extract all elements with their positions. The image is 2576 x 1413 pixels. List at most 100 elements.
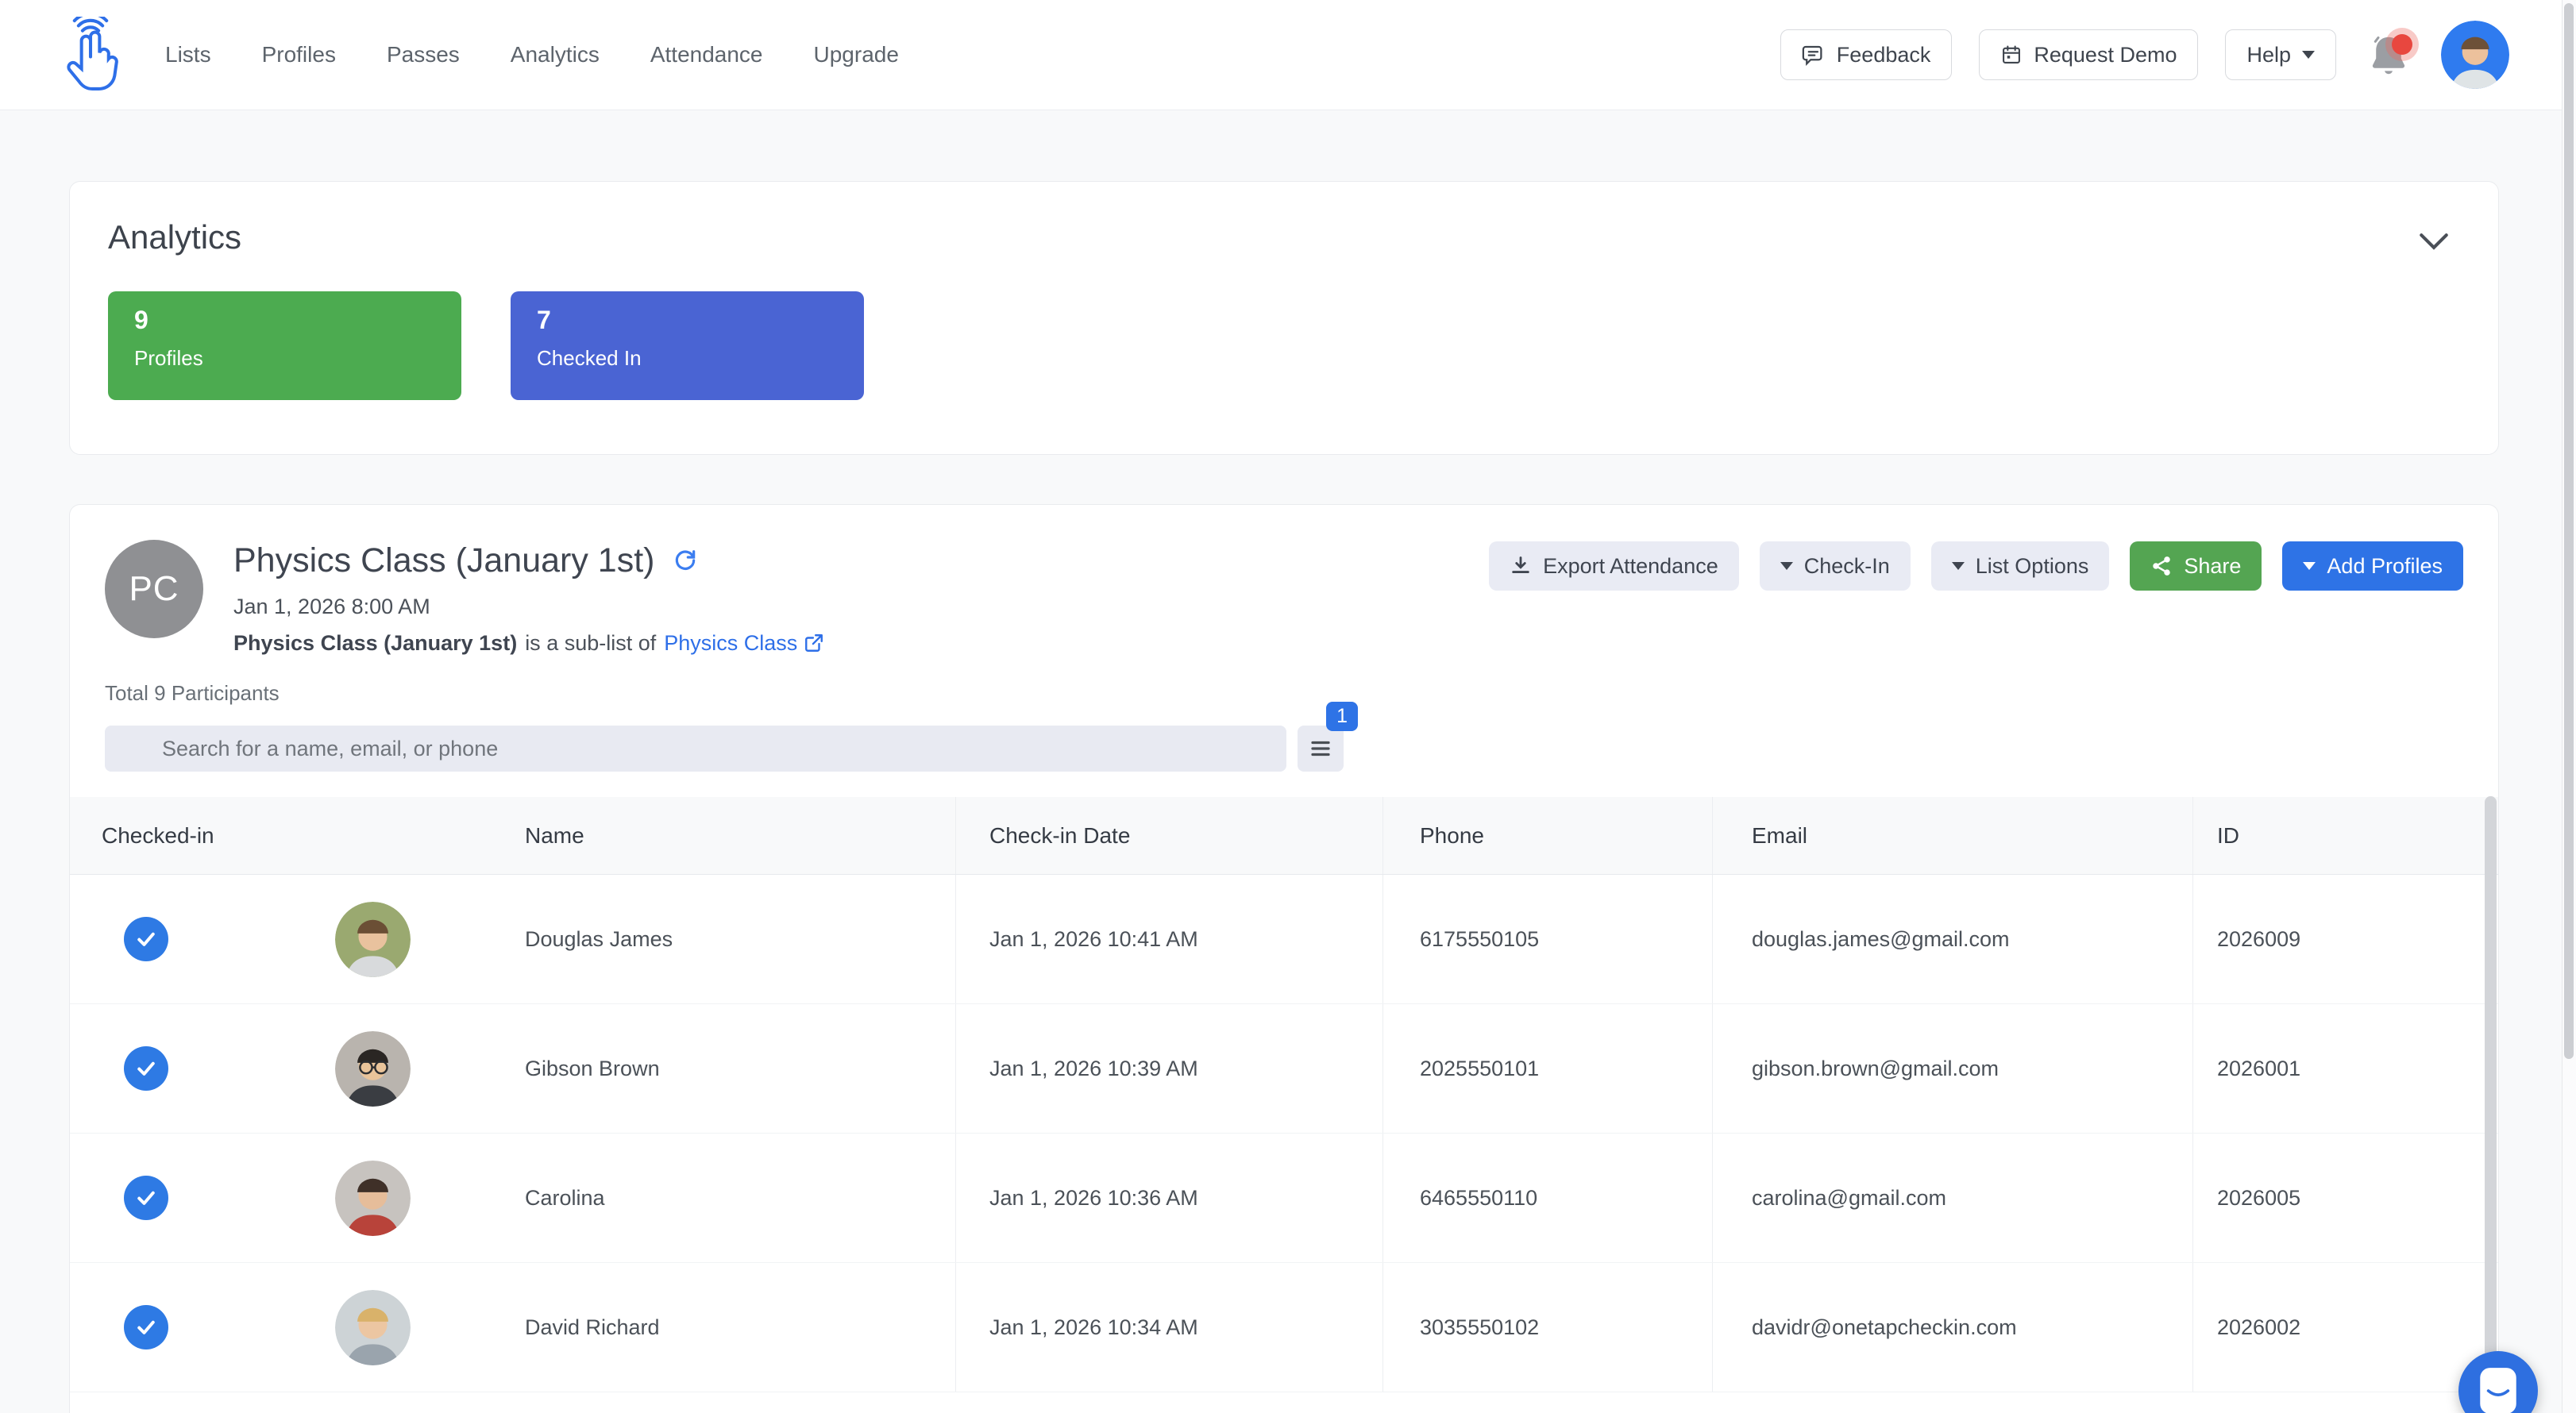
top-navbar: Lists Profiles Passes Analytics Attendan…: [0, 0, 2576, 110]
page-scrollbar-thumb[interactable]: [2564, 3, 2574, 1059]
checked-in-toggle[interactable]: [124, 1176, 168, 1220]
page-number-badge: 1: [1326, 702, 1358, 731]
checkin-date: Jan 1, 2026 10:39 AM: [955, 1004, 1382, 1133]
checked-in-toggle[interactable]: [124, 1046, 168, 1091]
header-checked-in: Checked-in: [70, 797, 525, 874]
table-row[interactable]: Gibson BrownJan 1, 2026 10:39 AM20255501…: [70, 1004, 2498, 1134]
search-input[interactable]: [105, 726, 1286, 772]
list-options-button[interactable]: List Options: [1931, 541, 2110, 591]
list-view-options-button[interactable]: 1: [1298, 726, 1344, 772]
table-row[interactable]: CarolinaJan 1, 2026 10:36 AM6465550110ca…: [70, 1134, 2498, 1263]
user-avatar[interactable]: [2441, 21, 2509, 89]
nav-item-attendance[interactable]: Attendance: [650, 42, 763, 67]
help-button[interactable]: Help: [2225, 29, 2336, 80]
header-id: ID: [2192, 797, 2498, 874]
profile-avatar: [335, 902, 411, 977]
profile-id: 2026002: [2192, 1263, 2498, 1392]
profile-phone: 6175550105: [1382, 875, 1712, 1003]
share-icon: [2150, 555, 2173, 577]
profile-avatar: [335, 1290, 411, 1365]
feedback-chat-icon: [1802, 43, 1826, 67]
profiles-label: Profiles: [134, 346, 461, 371]
profile-phone: 6465550110: [1382, 1134, 1712, 1262]
list-panel: PC Physics Class (January 1st) Jan 1, 20…: [69, 504, 2499, 1413]
feedback-button[interactable]: Feedback: [1780, 29, 1953, 80]
check-icon: [134, 1057, 158, 1080]
onetap-logo-icon[interactable]: [60, 17, 121, 93]
chevron-down-icon: [1952, 562, 1965, 570]
search-row: 1: [105, 726, 2463, 772]
table-row[interactable]: Douglas JamesJan 1, 2026 10:41 AM6175550…: [70, 875, 2498, 1004]
checked-in-cell: [70, 1134, 297, 1262]
table-body: Douglas JamesJan 1, 2026 10:41 AM6175550…: [70, 875, 2498, 1392]
analytics-metrics: 9 Profiles 7 Checked In: [108, 291, 2460, 400]
list-actions: Export Attendance Check-In List Options …: [1489, 540, 2463, 656]
chevron-down-icon: [1780, 562, 1793, 570]
page-scrollbar: [2562, 0, 2576, 1413]
export-attendance-button[interactable]: Export Attendance: [1489, 541, 1739, 591]
share-button[interactable]: Share: [2130, 541, 2262, 591]
checked-in-cell: [70, 1263, 297, 1392]
checked-in-toggle[interactable]: [124, 917, 168, 961]
profile-name: Douglas James: [525, 875, 955, 1003]
profile-name: David Richard: [525, 1263, 955, 1392]
header-name: Name: [525, 797, 955, 874]
checkin-date: Jan 1, 2026 10:34 AM: [955, 1263, 1382, 1392]
main-nav: Lists Profiles Passes Analytics Attendan…: [165, 42, 899, 67]
checked-in-toggle[interactable]: [124, 1305, 168, 1349]
check-icon: [134, 1315, 158, 1339]
profile-phone: 3035550102: [1382, 1263, 1712, 1392]
download-icon: [1510, 555, 1532, 577]
calendar-icon: [2000, 44, 2023, 66]
participants-table: Checked-in Name Check-in Date Phone Emai…: [70, 797, 2498, 1392]
nav-item-upgrade[interactable]: Upgrade: [814, 42, 899, 67]
notifications-bell-icon[interactable]: [2368, 33, 2409, 77]
checked-in-cell: [70, 875, 297, 1003]
add-profiles-button[interactable]: Add Profiles: [2282, 541, 2463, 591]
refresh-icon[interactable]: [673, 548, 698, 573]
profile-email: gibson.brown@gmail.com: [1712, 1004, 2192, 1133]
list-info: Physics Class (January 1st) Jan 1, 2026 …: [233, 540, 824, 656]
profile-avatar-cell: [297, 1263, 525, 1392]
profile-avatar: [335, 1031, 411, 1107]
list-title: Physics Class (January 1st): [233, 540, 655, 581]
analytics-panel: Analytics 9 Profiles 7 Checked In: [69, 181, 2499, 455]
checked-in-metric-card: 7 Checked In: [511, 291, 864, 400]
header-checkin-date: Check-in Date: [955, 797, 1382, 874]
external-link-icon: [804, 633, 824, 653]
nav-item-lists[interactable]: Lists: [165, 42, 211, 67]
analytics-title: Analytics: [108, 218, 2460, 256]
parent-list-link[interactable]: Physics Class: [664, 630, 824, 656]
notification-badge-dot: [2392, 34, 2412, 55]
sublist-line: Physics Class (January 1st) is a sub-lis…: [233, 630, 824, 656]
profile-email: douglas.james@gmail.com: [1712, 875, 2192, 1003]
checked-in-count: 7: [537, 306, 864, 335]
list-avatar: PC: [105, 540, 203, 638]
table-row[interactable]: David RichardJan 1, 2026 10:34 AM3035550…: [70, 1263, 2498, 1392]
table-scrollbar-thumb[interactable]: [2485, 796, 2497, 1384]
chevron-down-icon: [2303, 562, 2316, 570]
nav-item-analytics[interactable]: Analytics: [511, 42, 600, 67]
check-in-button[interactable]: Check-In: [1760, 541, 1911, 591]
navbar-right: Feedback Request Demo Help: [1780, 21, 2509, 89]
profile-email: davidr@onetapcheckin.com: [1712, 1263, 2192, 1392]
request-demo-button[interactable]: Request Demo: [1979, 29, 2198, 80]
checked-in-cell: [70, 1004, 297, 1133]
profile-name: Carolina: [525, 1134, 955, 1262]
check-icon: [134, 927, 158, 951]
chevron-down-icon: [2302, 51, 2315, 59]
chat-smiley-icon: [2478, 1366, 2518, 1413]
profile-id: 2026005: [2192, 1134, 2498, 1262]
table-header-row: Checked-in Name Check-in Date Phone Emai…: [70, 797, 2498, 875]
checked-in-label: Checked In: [537, 346, 864, 371]
header-phone: Phone: [1382, 797, 1712, 874]
list-datetime: Jan 1, 2026 8:00 AM: [233, 594, 824, 619]
nav-item-profiles[interactable]: Profiles: [262, 42, 336, 67]
nav-item-passes[interactable]: Passes: [387, 42, 460, 67]
profile-avatar: [335, 1161, 411, 1236]
analytics-collapse-chevron-icon[interactable]: [2419, 233, 2449, 254]
profiles-metric-card: 9 Profiles: [108, 291, 461, 400]
header-email: Email: [1712, 797, 2192, 874]
profile-email: carolina@gmail.com: [1712, 1134, 2192, 1262]
check-icon: [134, 1186, 158, 1210]
